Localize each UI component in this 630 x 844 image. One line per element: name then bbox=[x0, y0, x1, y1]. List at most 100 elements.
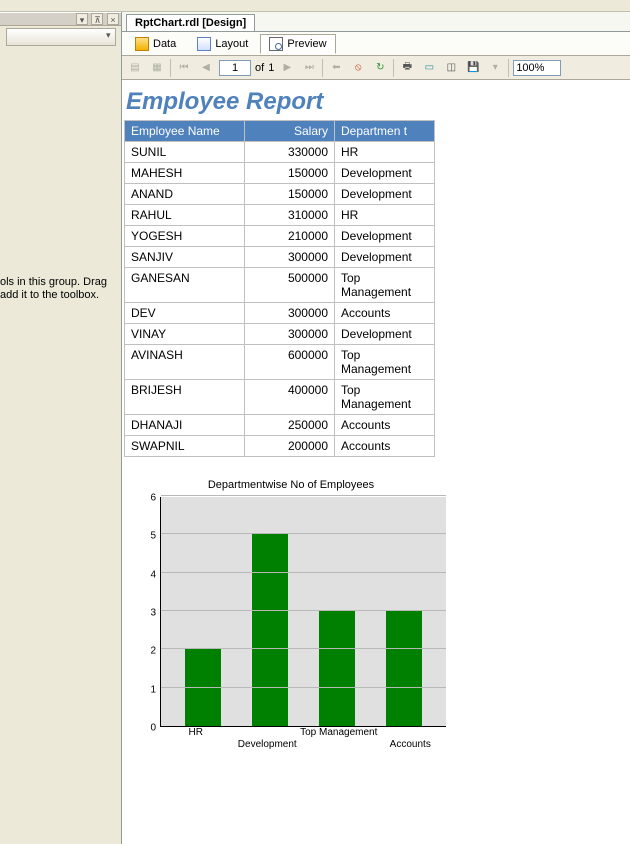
tab-preview[interactable]: Preview bbox=[260, 34, 335, 54]
tab-layout[interactable]: Layout bbox=[188, 34, 257, 54]
separator bbox=[393, 59, 394, 77]
chart-y-axis: 0123456 bbox=[136, 497, 160, 727]
cell-name: RAHUL bbox=[125, 205, 245, 226]
page-setup-icon[interactable]: ◫ bbox=[442, 59, 460, 77]
cell-name: MAHESH bbox=[125, 163, 245, 184]
y-tick-label: 5 bbox=[150, 531, 156, 542]
panel-pin-icon[interactable]: ⊼ bbox=[91, 13, 103, 25]
print-icon[interactable]: 🖶 bbox=[398, 59, 416, 77]
cell-name: YOGESH bbox=[125, 226, 245, 247]
table-row: SUNIL330000HR bbox=[125, 142, 435, 163]
x-tick-label: Development bbox=[238, 739, 297, 750]
cell-dept: HR bbox=[335, 142, 435, 163]
table-row: BRIJESH400000Top Management bbox=[125, 380, 435, 415]
next-page-icon[interactable]: ▶ bbox=[278, 59, 296, 77]
cell-salary: 210000 bbox=[245, 226, 335, 247]
panel-dropdown-icon[interactable]: ▾ bbox=[76, 13, 88, 25]
cell-name: SUNIL bbox=[125, 142, 245, 163]
back-icon[interactable]: ⬅ bbox=[327, 59, 345, 77]
document-tab-strip: RptChart.rdl [Design] bbox=[122, 12, 630, 32]
cell-name: AVINASH bbox=[125, 345, 245, 380]
chart-plot: 0123456 bbox=[136, 497, 446, 727]
chart-x-axis: HR DevelopmentTop Management Accounts bbox=[160, 727, 446, 757]
cell-salary: 300000 bbox=[245, 324, 335, 345]
refresh-icon[interactable]: ↻ bbox=[371, 59, 389, 77]
cell-salary: 600000 bbox=[245, 345, 335, 380]
toolbox-hint-text: ols in this group. Drag add it to the to… bbox=[0, 276, 121, 306]
table-row: AVINASH600000Top Management bbox=[125, 345, 435, 380]
separator bbox=[170, 59, 171, 77]
layout-icon bbox=[197, 37, 211, 51]
table-row: DEV300000Accounts bbox=[125, 303, 435, 324]
x-tick-label: Accounts bbox=[390, 739, 431, 750]
cell-name: GANESAN bbox=[125, 268, 245, 303]
window-top-edge bbox=[0, 0, 630, 12]
cell-dept: Accounts bbox=[335, 436, 435, 457]
zoom-select[interactable]: 100% bbox=[513, 60, 561, 76]
col-header-salary: Salary bbox=[245, 121, 335, 142]
y-tick-label: 3 bbox=[150, 608, 156, 619]
print-layout-icon[interactable]: ▭ bbox=[420, 59, 438, 77]
grid-line bbox=[161, 687, 446, 688]
document-tab[interactable]: RptChart.rdl [Design] bbox=[126, 14, 255, 31]
cell-name: ANAND bbox=[125, 184, 245, 205]
first-page-icon[interactable]: ⏮ bbox=[175, 59, 193, 77]
table-row: ANAND150000Development bbox=[125, 184, 435, 205]
preview-icon bbox=[269, 37, 283, 51]
toolbox-titlebar: ▾ ⊼ × bbox=[0, 12, 121, 26]
col-header-name: Employee Name bbox=[125, 121, 245, 142]
table-row: YOGESH210000Development bbox=[125, 226, 435, 247]
grid-line bbox=[161, 610, 446, 611]
data-icon bbox=[135, 37, 149, 51]
cell-salary: 250000 bbox=[245, 415, 335, 436]
chart-bar bbox=[319, 611, 355, 726]
doc-map-icon[interactable]: ▤ bbox=[126, 59, 144, 77]
chart-bar bbox=[252, 534, 288, 726]
grid-line bbox=[161, 495, 446, 496]
y-tick-label: 6 bbox=[150, 493, 156, 504]
employee-table: Employee Name Salary Departmen t SUNIL33… bbox=[124, 120, 435, 457]
page-total-label: 1 bbox=[268, 62, 274, 74]
cell-dept: Development bbox=[335, 247, 435, 268]
toolbox-group-header[interactable] bbox=[6, 28, 116, 46]
export-dropdown-icon[interactable]: ▾ bbox=[486, 59, 504, 77]
cell-dept: Development bbox=[335, 324, 435, 345]
y-tick-label: 1 bbox=[150, 684, 156, 695]
table-row: SANJIV300000Development bbox=[125, 247, 435, 268]
page-number-input[interactable] bbox=[219, 60, 251, 76]
x-tick-label: HR bbox=[189, 727, 203, 738]
toolbox-panel: ▾ ⊼ × ols in this group. Drag add it to … bbox=[0, 12, 121, 844]
cell-dept: Top Management bbox=[335, 380, 435, 415]
cell-salary: 500000 bbox=[245, 268, 335, 303]
cell-salary: 200000 bbox=[245, 436, 335, 457]
separator bbox=[322, 59, 323, 77]
report-title: Employee Report bbox=[126, 88, 630, 116]
cell-name: BRIJESH bbox=[125, 380, 245, 415]
tab-data[interactable]: Data bbox=[126, 34, 185, 54]
cell-name: SWAPNIL bbox=[125, 436, 245, 457]
col-header-dept: Departmen t bbox=[335, 121, 435, 142]
tab-preview-label: Preview bbox=[287, 38, 326, 50]
y-tick-label: 0 bbox=[150, 723, 156, 734]
prev-page-icon[interactable]: ◀ bbox=[197, 59, 215, 77]
thumbnails-icon[interactable]: ▦ bbox=[148, 59, 166, 77]
preview-toolbar: ▤ ▦ ⏮ ◀ of 1 ▶ ⏭ ⬅ ⦸ ↻ 🖶 ▭ ◫ 💾 ▾ 100% bbox=[122, 56, 630, 80]
cell-name: SANJIV bbox=[125, 247, 245, 268]
cell-salary: 300000 bbox=[245, 247, 335, 268]
grid-line bbox=[161, 572, 446, 573]
table-row: GANESAN500000Top Management bbox=[125, 268, 435, 303]
cell-name: DHANAJI bbox=[125, 415, 245, 436]
chart-container: Departmentwise No of Employees 0123456 H… bbox=[136, 479, 446, 757]
stop-icon[interactable]: ⦸ bbox=[349, 59, 367, 77]
panel-close-icon[interactable]: × bbox=[107, 13, 119, 25]
cell-dept: HR bbox=[335, 205, 435, 226]
y-tick-label: 4 bbox=[150, 569, 156, 580]
chart-plot-area bbox=[160, 497, 446, 727]
cell-dept: Development bbox=[335, 184, 435, 205]
cell-salary: 150000 bbox=[245, 184, 335, 205]
export-icon[interactable]: 💾 bbox=[464, 59, 482, 77]
x-tick-label: Top Management bbox=[300, 727, 377, 738]
tab-layout-label: Layout bbox=[215, 38, 248, 50]
last-page-icon[interactable]: ⏭ bbox=[300, 59, 318, 77]
cell-dept: Development bbox=[335, 226, 435, 247]
